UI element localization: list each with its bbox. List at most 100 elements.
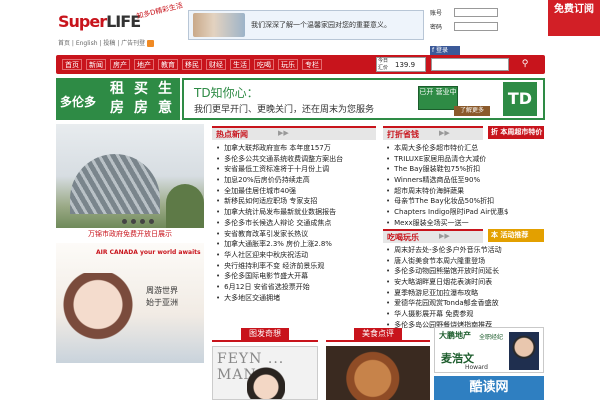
password-label: 密码 xyxy=(430,24,443,31)
logo-super: Super xyxy=(58,12,107,31)
list-item[interactable]: 央行维持利率不变 经济前景乐观 xyxy=(216,261,376,272)
list-item[interactable]: 6月12日 安省省选投票开始 xyxy=(216,282,376,293)
slider-dot[interactable] xyxy=(122,219,127,224)
username-label: 账号 xyxy=(430,10,443,17)
top-ad-banner[interactable]: 我们深深了解一个温馨家园对您的重要意义。 xyxy=(188,10,424,40)
nav-item[interactable]: 财经 xyxy=(206,59,226,70)
arrow-icon: ▶▶ xyxy=(439,232,450,240)
arrow-icon: ▶▶ xyxy=(439,129,450,137)
list-item[interactable]: 加拿大统计局发布最新就业数据报告 xyxy=(216,207,376,218)
kudu-ad[interactable]: 酷读网 xyxy=(434,376,544,400)
open-sign: 已开 营业中 xyxy=(418,86,458,110)
food-review-title[interactable]: 美食点评 xyxy=(354,328,402,340)
photo-caption[interactable]: 万锦市政府免费开放日展示 xyxy=(56,229,204,239)
td-title: TD知你心： xyxy=(194,86,259,100)
password-input[interactable] xyxy=(454,22,498,31)
air-canada-logo: AIR CANADA your world awaits xyxy=(96,249,201,256)
promo-business[interactable]: 生意 xyxy=(154,80,176,118)
deals-header: 打折省钱 ▶▶ xyxy=(383,126,483,140)
rss-icon[interactable] xyxy=(147,40,155,47)
realtor-title: 全职经纪 xyxy=(479,334,504,341)
site-logo[interactable]: SuperLIFE 知多D精彩生活 首页 | English | 投稿 | 广告… xyxy=(56,1,184,50)
hot-news-list: 加拿大联邦政府宣布 本年度157万 多伦多公共交通系统收费调整方案出台 安省最低… xyxy=(216,143,376,303)
list-item[interactable]: 周末好去处-多伦多户外音乐节活动 xyxy=(386,245,544,256)
list-item[interactable]: 大多地区交通拥堵 xyxy=(216,293,376,304)
hot-news-header: 热点新闻 ▶▶ xyxy=(212,126,376,140)
list-item[interactable]: Winners精选商品低至90% xyxy=(386,175,544,186)
nav-item[interactable]: 房产 xyxy=(110,59,130,70)
list-item[interactable]: TRILUXE家居用品清仓大减价 xyxy=(386,154,544,165)
list-item[interactable]: 华人社区迎来中秋庆祝活动 xyxy=(216,250,376,261)
search-icon[interactable]: ⚲ xyxy=(518,58,532,71)
list-item[interactable]: 多伦多公共交通系统收费调整方案出台 xyxy=(216,154,376,165)
promo-buy[interactable]: 买房 xyxy=(130,80,152,118)
list-item[interactable]: 华人摄影展开幕 免费参观 xyxy=(386,309,544,320)
list-item[interactable]: 安省最低工资标准将于十月份上调 xyxy=(216,164,376,175)
rate-value: 139.9 xyxy=(395,61,416,69)
nav-item[interactable]: 新闻 xyxy=(86,59,106,70)
list-item[interactable]: 安省教育改革引发家长热议 xyxy=(216,229,376,240)
featured-photo[interactable] xyxy=(56,124,204,228)
nav-item[interactable]: 专栏 xyxy=(302,59,322,70)
nav-item[interactable]: 吃喝 xyxy=(254,59,274,70)
list-item[interactable]: 多伦多国际电影节盛大开幕 xyxy=(216,271,376,282)
list-item[interactable]: 全加最佳居住城市40强 xyxy=(216,186,376,197)
username-input[interactable] xyxy=(454,8,498,17)
deals-title[interactable]: 打折省钱 xyxy=(387,129,419,140)
nav-item[interactable]: 移民 xyxy=(182,59,202,70)
list-item[interactable]: Chapters Indigo限时iPad Air优惠$ xyxy=(386,207,544,218)
list-item[interactable]: 多伦多市长候选人辩论 交通成焦点 xyxy=(216,218,376,229)
photo-fun-title[interactable]: 图发奇想 xyxy=(241,328,289,340)
banner-text: 我们深深了解一个温馨家园对您的重要意义。 xyxy=(251,21,391,29)
slider-dot[interactable] xyxy=(140,219,145,224)
events-tag[interactable]: 本 活动推荐 xyxy=(488,229,544,242)
slider-dot[interactable] xyxy=(149,219,154,224)
list-item[interactable]: 母亲节The Bay化妆品50%折扣 xyxy=(386,196,544,207)
subscribe-button[interactable]: 免费订阅 xyxy=(548,0,600,36)
list-item[interactable]: The Bay服装鞋包75%折扣 xyxy=(386,164,544,175)
list-item[interactable]: 唐人街美食节本周六隆重登场 xyxy=(386,256,544,267)
food-photo[interactable] xyxy=(326,346,430,400)
nav-item[interactable]: 地产 xyxy=(134,59,154,70)
td-ad-banner[interactable]: TD知你心： 我们更早开门、更晚关门，还在周末为您服务 已开 营业中 了解更多 … xyxy=(182,78,545,120)
model-portrait xyxy=(60,273,136,363)
list-item[interactable]: 夏季畅游尼亚加拉瀑布攻略 xyxy=(386,288,544,299)
list-item[interactable]: 加拿大通胀率2.3% 房价上涨2.8% xyxy=(216,239,376,250)
learn-more-button[interactable]: 了解更多 xyxy=(454,106,490,116)
list-item[interactable]: 安大略湖畔夏日烟花表演时间表 xyxy=(386,277,544,288)
fun-title[interactable]: 吃喝玩乐 xyxy=(387,232,419,243)
list-item[interactable]: 超市周末特价海鲜蔬果 xyxy=(386,186,544,197)
realtor-ad[interactable]: 大鹏地产 全职经纪 麦浩文 Howard xyxy=(434,327,544,373)
list-item[interactable]: 加息20%后房价仍持续走高 xyxy=(216,175,376,186)
nav-item[interactable]: 首页 xyxy=(62,59,82,70)
top-links[interactable]: 首页 | English | 投稿 | 广告刊登 xyxy=(58,38,155,47)
list-item[interactable]: 本周大多伦多超市特价汇总 xyxy=(386,143,544,154)
nav-item[interactable]: 教育 xyxy=(158,59,178,70)
magazine-cover[interactable]: FEYN ... MAN xyxy=(212,346,318,400)
realtor-photo xyxy=(509,332,539,370)
dome-building xyxy=(70,154,160,214)
logo-wordmark: SuperLIFE xyxy=(58,12,141,31)
list-item[interactable]: 爱德华花园观赏Tonda郁金香盛放 xyxy=(386,298,544,309)
top-links-text[interactable]: 首页 | English | 投稿 | 广告刊登 xyxy=(58,40,145,47)
air-canada-ad[interactable]: AIR CANADA your world awaits 周游世界 始于亚洲 xyxy=(56,243,204,363)
supermarket-deals-tag[interactable]: 折 本周超市特价 xyxy=(488,126,544,139)
realtor-english-name: Howard xyxy=(465,364,488,371)
rent-buy-banner[interactable]: 多伦多 租房 买房 生意 xyxy=(56,78,180,120)
list-item[interactable]: 新移民如何适应职场 专家支招 xyxy=(216,196,376,207)
photo-fun-header: 图发奇想 xyxy=(212,328,318,342)
hot-news-title[interactable]: 热点新闻 xyxy=(216,129,248,140)
slider-dot[interactable] xyxy=(131,219,136,224)
nav-item[interactable]: 生活 xyxy=(230,59,250,70)
td-logo: TD xyxy=(503,82,537,116)
nav-item[interactable]: 玩乐 xyxy=(278,59,298,70)
list-item[interactable]: 加拿大联邦政府宣布 本年度157万 xyxy=(216,143,376,154)
slider-dots[interactable] xyxy=(122,218,158,226)
city-label: 多伦多 xyxy=(60,95,97,109)
realtor-company: 大鹏地产 xyxy=(439,331,471,340)
list-item[interactable]: 多伦多动物园熊猫馆开放时间延长 xyxy=(386,266,544,277)
promo-rent[interactable]: 租房 xyxy=(106,80,128,118)
list-item[interactable]: Mexx服装全场买一送一 xyxy=(386,218,544,229)
family-photo xyxy=(193,13,245,37)
search-input[interactable] xyxy=(431,58,509,71)
